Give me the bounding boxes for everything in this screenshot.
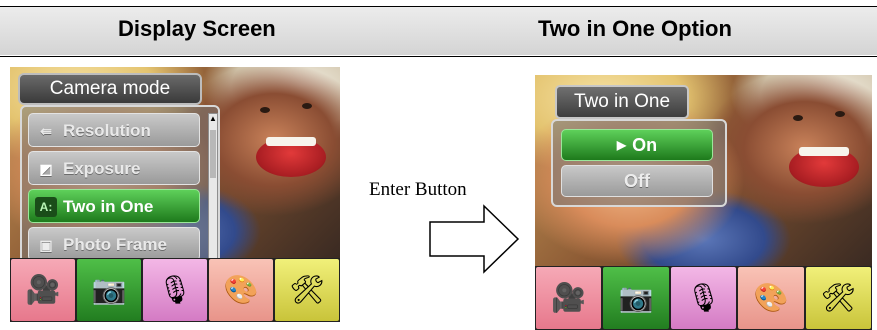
dock-tile-voice[interactable]: 🎙 (143, 259, 207, 321)
dock-tile-effects[interactable]: 🎨 (209, 259, 273, 321)
setup-tools-icon: 🛠 (820, 282, 857, 313)
option-label: On (632, 135, 658, 155)
menu-item-two-in-one[interactable]: A: Two in One (28, 189, 200, 223)
mode-dock: 🎥 📷 🎙 🎨 🛠 (10, 258, 340, 322)
effects-palette-icon: 🎨 (753, 282, 789, 313)
voice-record-icon: 🎙 (157, 274, 193, 305)
option-on[interactable]: ▶ On (561, 129, 713, 161)
resolution-icon: ⇚ (40, 123, 52, 139)
menu-item-label: Resolution (63, 121, 151, 140)
menu-item-resolution[interactable]: ⇚ Resolution (28, 113, 200, 147)
right-display-screen: Two in One ▶ On Off 🎥 📷 🎙 🎨 🛠 (535, 75, 872, 330)
dock-tile-video[interactable]: 🎥 (536, 267, 602, 329)
menu-title: Camera mode (18, 73, 202, 105)
menu-item-label: Photo Frame (63, 235, 167, 254)
face-eye (302, 103, 312, 109)
video-mode-icon: 🎥 (25, 274, 61, 305)
dock-tile-setup[interactable]: 🛠 (805, 267, 872, 329)
face-teeth (266, 137, 316, 146)
dock-tile-video[interactable]: 🎥 (11, 259, 75, 321)
scroll-up-icon[interactable]: ▲ (209, 114, 217, 124)
scroll-thumb[interactable] (210, 130, 216, 178)
menu-item-photo-frame[interactable]: ▣ Photo Frame (28, 227, 200, 261)
menu-item-label: Two in One (63, 197, 154, 216)
video-mode-icon: 🎥 (551, 282, 587, 313)
two-in-one-popup: ▶ On Off (551, 119, 727, 207)
left-column-title: Display Screen (118, 16, 276, 41)
left-display-screen: Camera mode ⇚ Resolution ◩ Exposure A: T… (10, 67, 340, 322)
menu-item-label: Exposure (63, 159, 141, 178)
face-eye (835, 111, 845, 117)
menu-item-exposure[interactable]: ◩ Exposure (28, 151, 200, 185)
setup-tools-icon: 🛠 (289, 274, 325, 305)
photo-frame-icon: ▣ (39, 237, 53, 253)
two-in-one-icon: A: (35, 197, 57, 217)
face-teeth (799, 147, 849, 156)
dock-tile-setup[interactable]: 🛠 (275, 259, 339, 321)
option-label: Off (624, 171, 650, 191)
dock-tile-camera[interactable]: 📷 (77, 259, 141, 321)
right-arrow-icon (429, 204, 520, 274)
exposure-icon: ◩ (39, 161, 53, 177)
dock-tile-effects[interactable]: 🎨 (738, 267, 804, 329)
popup-title: Two in One (555, 85, 689, 119)
option-off[interactable]: Off (561, 165, 713, 197)
dock-tile-voice[interactable]: 🎙 (670, 267, 737, 329)
voice-record-icon: 🎙 (685, 282, 722, 313)
effects-palette-icon: 🎨 (223, 274, 259, 305)
enter-button-label: Enter Button (369, 179, 467, 200)
mode-dock: 🎥 📷 🎙 🎨 🛠 (535, 266, 872, 330)
camera-mode-icon: 📷 (91, 274, 127, 305)
face-eye (260, 107, 270, 113)
dock-tile-camera[interactable]: 📷 (603, 267, 669, 329)
pointer-icon: ▶ (616, 138, 627, 152)
camera-mode-icon: 📷 (618, 282, 654, 313)
right-column-title: Two in One Option (538, 16, 732, 41)
face-eye (793, 115, 803, 121)
header-bottom-rule (0, 56, 877, 57)
